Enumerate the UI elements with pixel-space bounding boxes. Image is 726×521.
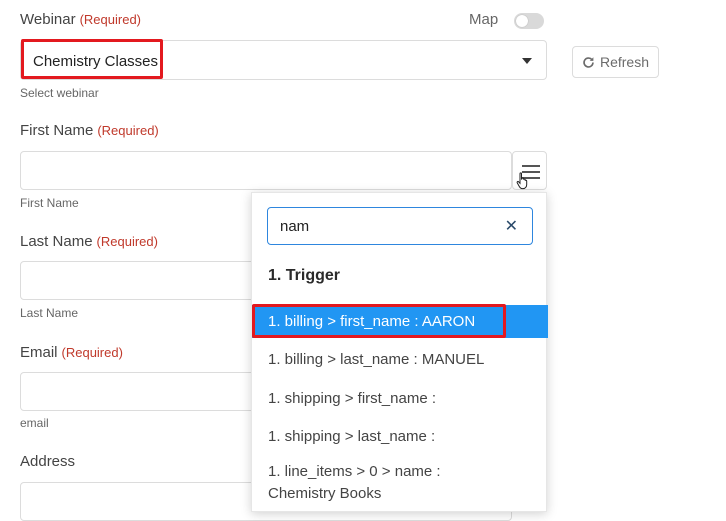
dropdown-search-input[interactable]: nam ✕ — [267, 207, 533, 245]
first-name-label: First Name — [20, 122, 94, 139]
last-name-hint: Last Name — [20, 306, 79, 320]
refresh-icon — [583, 56, 594, 68]
highlight-box-option — [252, 304, 506, 338]
dropdown-option-continued[interactable]: Chemistry Books — [252, 483, 548, 505]
required-tag: (Required) — [61, 345, 123, 360]
refresh-button[interactable]: Refresh — [572, 46, 659, 78]
map-toggle-knob — [516, 15, 528, 27]
hand-cursor-icon — [516, 172, 528, 190]
clear-icon[interactable]: ✕ — [505, 216, 518, 236]
map-toggle[interactable] — [514, 13, 544, 29]
required-tag: (Required) — [96, 234, 158, 249]
map-label: Map — [469, 11, 499, 28]
last-name-label: Last Name — [20, 233, 93, 250]
dropdown-option[interactable]: 1. line_items > 0 > name : — [252, 461, 548, 483]
dropdown-option[interactable]: 1. shipping > first_name : — [252, 382, 548, 415]
group-title: 1. Trigger — [268, 267, 341, 284]
email-label-row: Email (Required) — [20, 344, 123, 362]
first-name-hint: First Name — [20, 196, 79, 210]
required-tag: (Required) — [97, 123, 159, 138]
webinar-label-row: Webinar (Required) — [20, 11, 141, 29]
email-hint: email — [20, 416, 49, 430]
webinar-label: Webinar — [20, 11, 76, 28]
dropdown-option[interactable]: 1. billing > last_name : MANUEL — [252, 343, 548, 376]
webinar-hint: Select webinar — [20, 86, 99, 100]
highlight-box-webinar — [21, 39, 163, 79]
field-mapping-dropdown: nam ✕ 1. Trigger 1. billing > first_name… — [251, 192, 548, 512]
first-name-input[interactable] — [20, 151, 512, 190]
menu-icon-bar — [522, 165, 540, 167]
required-tag: (Required) — [79, 12, 142, 27]
email-label: Email — [20, 344, 58, 361]
search-value: nam — [280, 218, 310, 235]
first-name-label-row: First Name (Required) — [20, 122, 159, 140]
refresh-label: Refresh — [599, 54, 650, 70]
chevron-down-icon — [522, 58, 532, 64]
address-label: Address — [20, 453, 76, 470]
dropdown-option[interactable]: 1. shipping > last_name : — [252, 420, 548, 453]
last-name-label-row: Last Name (Required) — [20, 233, 158, 251]
